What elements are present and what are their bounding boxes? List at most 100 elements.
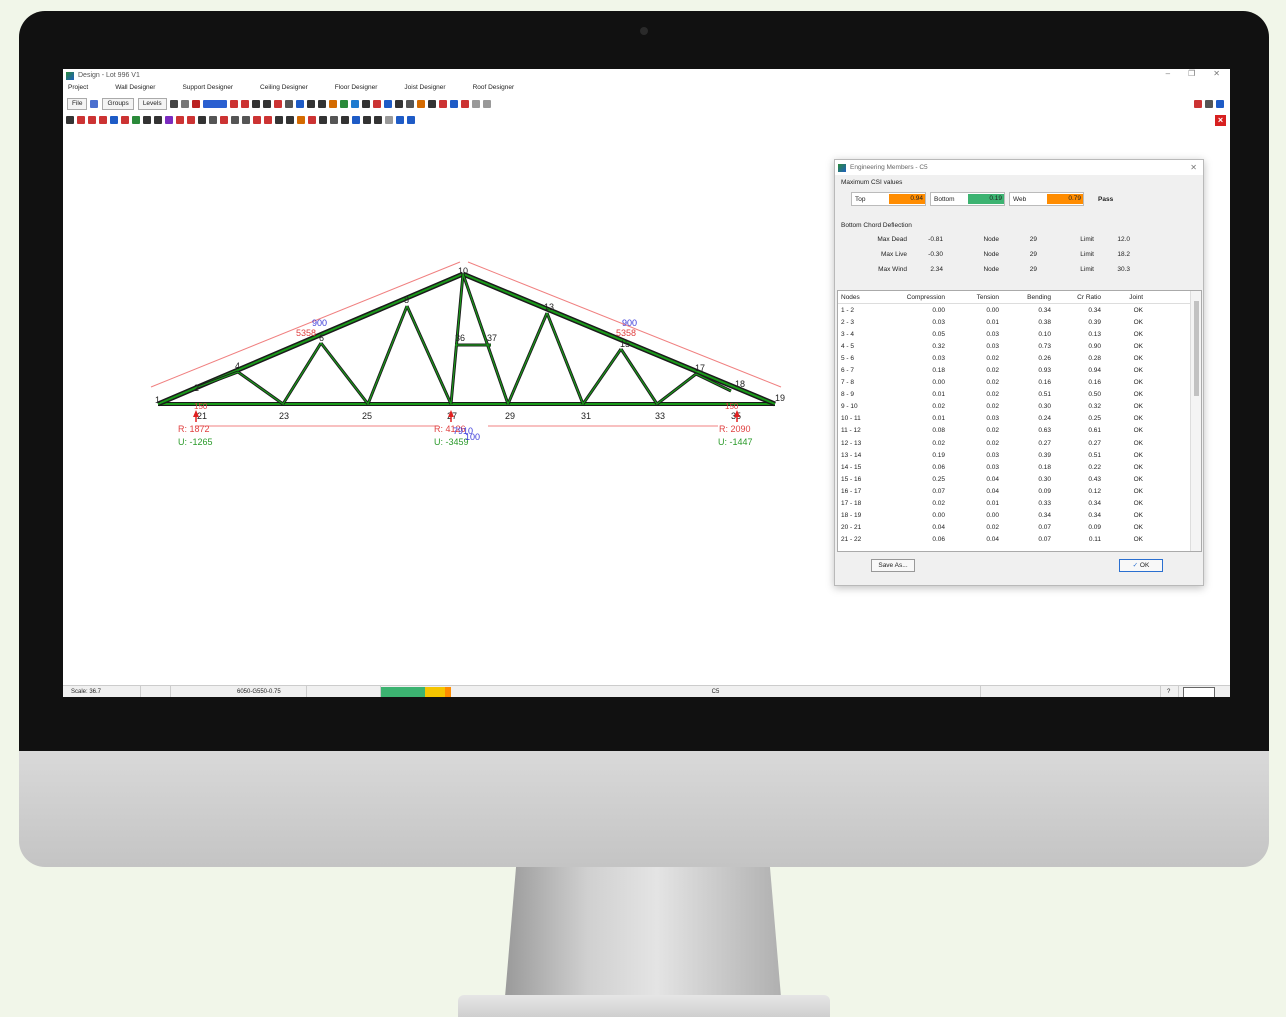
split-icon[interactable] <box>240 100 249 108</box>
frame-right-icon[interactable] <box>1194 100 1202 108</box>
table-row[interactable]: 8 - 9 0.01 0.02 0.51 0.50 OK <box>838 389 1201 401</box>
nodes-icon[interactable] <box>165 116 173 124</box>
members-table[interactable]: Nodes Compression Tension Bending Cr Rat… <box>837 290 1202 552</box>
col-tension[interactable]: Tension <box>945 294 999 301</box>
warning-icon[interactable] <box>297 116 305 124</box>
pointer-icon[interactable] <box>154 116 162 124</box>
levels-button[interactable]: Levels <box>137 98 167 110</box>
table-row[interactable]: 6 - 7 0.18 0.02 0.93 0.94 OK <box>838 364 1201 376</box>
table-row[interactable]: 4 - 5 0.32 0.03 0.73 0.90 OK <box>838 340 1201 352</box>
rotate-icon[interactable] <box>229 100 238 108</box>
close-design-icon[interactable]: × <box>1215 115 1226 126</box>
sphere-icon[interactable] <box>407 116 415 124</box>
paste-icon[interactable] <box>471 100 480 108</box>
hand-icon[interactable] <box>264 116 272 124</box>
explode-icon[interactable] <box>284 100 293 108</box>
table-row[interactable]: 17 - 18 0.02 0.01 0.33 0.34 OK <box>838 498 1201 510</box>
tab-roof-designer[interactable]: Roof Designer <box>473 84 515 94</box>
triangle-icon[interactable] <box>308 116 316 124</box>
table-row[interactable]: 12 - 13 0.02 0.02 0.27 0.27 OK <box>838 437 1201 449</box>
check-icon[interactable] <box>132 116 140 124</box>
text-icon[interactable] <box>143 116 151 124</box>
grid-icon[interactable] <box>231 116 239 124</box>
zoom-fit-icon[interactable] <box>262 100 271 108</box>
truss-icon[interactable] <box>339 100 348 108</box>
save-as-button[interactable]: Save As... <box>871 559 915 572</box>
table-row[interactable]: 11 - 12 0.08 0.02 0.63 0.61 OK <box>838 425 1201 437</box>
settings-icon[interactable] <box>1205 100 1213 108</box>
help-readout[interactable]: ? <box>1161 686 1179 697</box>
web-icon[interactable] <box>198 116 206 124</box>
swap-icon[interactable] <box>99 116 107 124</box>
marker-icon[interactable] <box>191 100 200 108</box>
peak-icon[interactable] <box>176 116 184 124</box>
book-icon[interactable] <box>317 100 326 108</box>
undo-icon[interactable] <box>361 100 370 108</box>
table-icon[interactable] <box>242 116 250 124</box>
download-icon[interactable] <box>1216 100 1224 108</box>
save-icon[interactable] <box>295 100 304 108</box>
table-row[interactable]: 2 - 3 0.03 0.01 0.38 0.39 OK <box>838 316 1201 328</box>
edit-icon[interactable] <box>319 116 327 124</box>
bracket-icon[interactable] <box>88 116 96 124</box>
table-row[interactable]: 14 - 15 0.06 0.03 0.18 0.22 OK <box>838 461 1201 473</box>
table-row[interactable]: 15 - 16 0.25 0.04 0.30 0.43 OK <box>838 473 1201 485</box>
cycle-icon[interactable] <box>385 116 393 124</box>
tab-project[interactable]: Project <box>68 84 88 94</box>
list-icon[interactable] <box>328 100 337 108</box>
col-joint[interactable]: Joint <box>1101 294 1143 301</box>
cross-tool-icon[interactable] <box>449 100 458 108</box>
h-beam-icon[interactable] <box>383 100 392 108</box>
split-web-icon[interactable] <box>220 116 228 124</box>
tools-icon[interactable] <box>427 100 436 108</box>
label-icon[interactable] <box>394 100 403 108</box>
table-row[interactable]: 9 - 10 0.02 0.02 0.30 0.32 OK <box>838 401 1201 413</box>
roof-icon[interactable] <box>438 100 447 108</box>
table-row[interactable]: 20 - 21 0.04 0.02 0.07 0.09 OK <box>838 522 1201 534</box>
dialog-close-button[interactable]: ✕ <box>1190 163 1197 172</box>
table-row[interactable]: 21 - 22 0.06 0.04 0.07 0.11 OK <box>838 534 1201 546</box>
doc-icon[interactable] <box>330 116 338 124</box>
slope-icon[interactable] <box>187 116 195 124</box>
tab-joist-designer[interactable]: Joist Designer <box>404 84 445 94</box>
tab-ceiling-designer[interactable]: Ceiling Designer <box>260 84 308 94</box>
hook-icon[interactable] <box>374 116 382 124</box>
chart-icon[interactable] <box>253 116 261 124</box>
upload-icon[interactable] <box>209 116 217 124</box>
table-row[interactable]: 3 - 4 0.05 0.03 0.10 0.13 OK <box>838 328 1201 340</box>
zoom-icon[interactable] <box>251 100 260 108</box>
frame-icon[interactable] <box>460 100 469 108</box>
file-button[interactable]: File <box>67 98 88 110</box>
tab-floor-designer[interactable]: Floor Designer <box>335 84 378 94</box>
table-row[interactable]: 10 - 11 0.01 0.03 0.24 0.25 OK <box>838 413 1201 425</box>
table-row[interactable]: 13 - 14 0.19 0.03 0.39 0.51 OK <box>838 449 1201 461</box>
cube-icon[interactable] <box>350 100 359 108</box>
pin-icon[interactable] <box>66 116 74 124</box>
table-row[interactable]: 5 - 6 0.03 0.02 0.26 0.28 OK <box>838 352 1201 364</box>
table-row[interactable]: 1 - 2 0.00 0.00 0.34 0.34 OK <box>838 304 1201 316</box>
col-cr-ratio[interactable]: Cr Ratio <box>1051 294 1101 301</box>
tool-icon[interactable] <box>180 100 189 108</box>
clipboard-icon[interactable] <box>482 100 491 108</box>
person-icon[interactable] <box>341 116 349 124</box>
table-row[interactable]: 7 - 8 0.00 0.02 0.16 0.16 OK <box>838 377 1201 389</box>
ok-button[interactable]: ✓ OK <box>1119 559 1163 572</box>
home-icon[interactable] <box>306 100 315 108</box>
layer-slider[interactable] <box>202 100 227 108</box>
status-input-box[interactable] <box>1183 686 1215 697</box>
pencil-icon[interactable] <box>286 116 294 124</box>
angle-icon[interactable] <box>121 116 129 124</box>
close-button[interactable]: ✕ <box>1213 69 1220 78</box>
tab-wall-designer[interactable]: Wall Designer <box>115 84 155 94</box>
table-scrollbar[interactable] <box>1190 291 1201 551</box>
leaf-icon[interactable] <box>275 116 283 124</box>
move-icon[interactable] <box>273 100 282 108</box>
col-compression[interactable]: Compression <box>878 294 945 301</box>
globe-icon[interactable] <box>396 116 404 124</box>
percent-icon[interactable] <box>77 116 85 124</box>
house-icon[interactable] <box>169 100 178 108</box>
cross-icon[interactable] <box>372 100 381 108</box>
return-icon[interactable] <box>363 116 371 124</box>
minimize-button[interactable]: – <box>1166 69 1170 78</box>
col-bending[interactable]: Bending <box>999 294 1051 301</box>
